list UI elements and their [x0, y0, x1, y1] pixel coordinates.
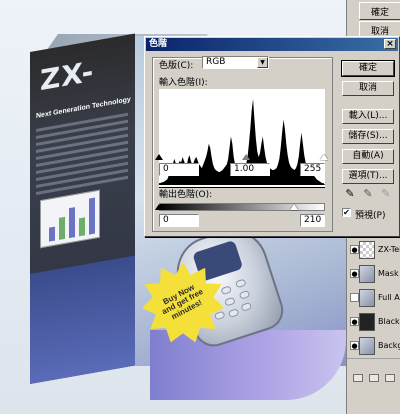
- layer-row[interactable]: Full Ar: [347, 286, 400, 311]
- eye-icon[interactable]: ●: [350, 341, 359, 350]
- layer-thumbnail: [359, 337, 375, 355]
- chevron-down-icon[interactable]: ▼: [257, 57, 268, 68]
- box-bar-graphic: [40, 189, 100, 249]
- preview-label: 預視(P): [355, 211, 386, 221]
- brand-logo: ZX-: [40, 54, 95, 98]
- layer-row[interactable]: ● Backgr: [347, 334, 400, 359]
- output-white-handle[interactable]: [290, 204, 298, 210]
- layer-row[interactable]: ● ZX-Tel: [347, 238, 400, 263]
- layer-name: ZX-Tel: [378, 245, 400, 254]
- output-black-handle[interactable]: [155, 204, 163, 210]
- layer-thumbnail: [359, 289, 375, 307]
- layer-row[interactable]: ● Black I: [347, 310, 400, 335]
- eye-icon[interactable]: [350, 293, 359, 302]
- panel-ok-button[interactable]: 確定: [359, 2, 400, 20]
- layer-row[interactable]: ● Mask: [347, 262, 400, 287]
- link-icon[interactable]: [353, 374, 363, 382]
- input-white-field[interactable]: 255: [300, 163, 325, 176]
- load-button[interactable]: 載入(L)...: [342, 109, 394, 124]
- ok-button[interactable]: 確定: [341, 60, 395, 77]
- auto-button[interactable]: 自動(A): [342, 149, 394, 164]
- input-gamma-handle[interactable]: [242, 154, 250, 160]
- input-white-handle[interactable]: [320, 154, 328, 160]
- box-side-face: ZX- Next Generation Technology: [30, 33, 135, 385]
- purple-wave-graphic: [150, 330, 346, 400]
- channel-label: 色版(C):: [159, 61, 194, 71]
- input-gamma-field[interactable]: 1.00: [230, 163, 270, 176]
- eye-icon[interactable]: ●: [350, 317, 359, 326]
- box-text-lines: [36, 109, 128, 199]
- input-black-field[interactable]: 0: [159, 163, 199, 176]
- eye-icon[interactable]: ●: [350, 245, 359, 254]
- channel-select[interactable]: RGB ▼: [202, 56, 269, 69]
- cancel-button[interactable]: 取消: [342, 81, 394, 96]
- layer-style-icon[interactable]: [369, 374, 379, 382]
- output-white-field[interactable]: 210: [300, 214, 325, 227]
- channel-select-value: RGB: [206, 57, 226, 67]
- output-black-field[interactable]: 0: [159, 214, 199, 227]
- save-button[interactable]: 儲存(S)...: [342, 129, 394, 144]
- close-icon[interactable]: ×: [384, 39, 396, 49]
- output-gradient: [159, 203, 325, 211]
- layer-name: Backgr: [378, 341, 400, 350]
- output-levels-label: 輸出色階(O):: [159, 190, 213, 200]
- layer-thumbnail: [359, 313, 375, 331]
- preview-checkbox[interactable]: ✔: [342, 208, 351, 217]
- layers-footer: [347, 370, 400, 414]
- layer-thumbnail: [359, 241, 375, 259]
- levels-dialog: 色階 × 色版(C): RGB ▼ 輸入色階(I): 0 1.00 255 輸出…: [144, 36, 400, 237]
- layer-thumbnail: [359, 265, 375, 283]
- input-levels-label: 輸入色階(I):: [159, 78, 208, 88]
- options-button[interactable]: 選項(T)...: [342, 169, 394, 184]
- layer-name: Mask: [378, 269, 399, 278]
- layer-name: Black I: [378, 317, 400, 326]
- eye-icon[interactable]: ●: [350, 269, 359, 278]
- box-side-band: [30, 255, 135, 384]
- black-eyedropper-icon[interactable]: ✎: [344, 187, 356, 201]
- white-eyedropper-icon[interactable]: ✎: [380, 187, 392, 201]
- burst-text: Buy Now and get free minutes!: [160, 282, 205, 322]
- layer-name: Full Ar: [378, 293, 400, 302]
- dialog-titlebar[interactable]: 色階 ×: [146, 38, 398, 51]
- input-black-handle[interactable]: [155, 154, 163, 160]
- gray-eyedropper-icon[interactable]: ✎: [362, 187, 374, 201]
- mask-icon[interactable]: [385, 374, 395, 382]
- dialog-title: 色階: [149, 39, 168, 49]
